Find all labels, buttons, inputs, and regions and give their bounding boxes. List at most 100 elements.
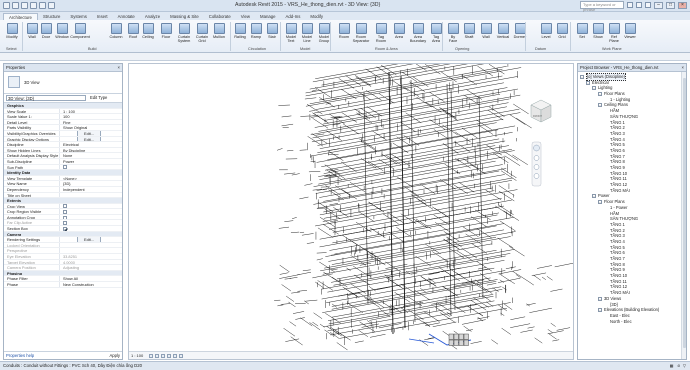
- property-value[interactable]: [60, 220, 122, 226]
- checkbox[interactable]: [63, 226, 67, 231]
- edit-type-button[interactable]: Edit Type: [90, 95, 107, 100]
- collapse-toggle-icon[interactable]: -: [592, 86, 596, 91]
- filter-icon[interactable]: ▽: [683, 362, 686, 370]
- edit-button[interactable]: Edit...: [77, 136, 101, 142]
- property-value[interactable]: New Construction: [60, 282, 122, 287]
- browser-node[interactable]: North - Elec: [578, 319, 686, 325]
- ribbon-button-level[interactable]: Level: [538, 23, 554, 39]
- ribbon-button-model-line[interactable]: Model Line: [299, 23, 315, 43]
- sun-path-icon[interactable]: [161, 354, 165, 358]
- app-menu-icon[interactable]: [3, 2, 10, 9]
- property-value[interactable]: Adjusting: [60, 265, 122, 270]
- property-value[interactable]: [60, 204, 122, 209]
- user-icon[interactable]: [636, 2, 642, 8]
- property-value[interactable]: <None>: [60, 176, 122, 181]
- properties-help-link[interactable]: Properties help: [4, 353, 34, 358]
- close-icon[interactable]: ×: [118, 64, 120, 72]
- ribbon-button-area[interactable]: Area: [391, 23, 407, 39]
- ribbon-button-window[interactable]: Window: [54, 23, 70, 39]
- collapse-toggle-icon[interactable]: -: [598, 296, 602, 301]
- ribbon-button-curtain-grid[interactable]: Curtain Grid: [194, 23, 210, 43]
- tab-massing-site[interactable]: Massing & Site: [165, 13, 204, 20]
- ribbon-button-room[interactable]: Room: [336, 23, 352, 39]
- ribbon-button-model-text[interactable]: Model Text: [283, 23, 299, 43]
- tab-view[interactable]: View: [236, 13, 255, 20]
- property-value[interactable]: 100: [60, 114, 122, 119]
- checkbox[interactable]: [63, 210, 67, 214]
- edit-button[interactable]: Edit...: [77, 130, 101, 136]
- property-value[interactable]: By Discipline: [60, 148, 122, 153]
- tab-systems[interactable]: Systems: [65, 13, 91, 20]
- ribbon-button-mullion[interactable]: Mullion: [211, 23, 227, 39]
- minimize-button[interactable]: ‒: [654, 1, 663, 9]
- ribbon-button-curtain-system[interactable]: Curtain System: [176, 23, 192, 43]
- scroll-thumb[interactable]: [682, 78, 686, 348]
- property-value[interactable]: [60, 193, 122, 198]
- ribbon-button-floor[interactable]: Floor: [158, 23, 174, 39]
- collapse-toggle-icon[interactable]: -: [598, 308, 602, 313]
- ribbon-button-column[interactable]: Column: [108, 23, 124, 39]
- property-value[interactable]: [60, 165, 122, 170]
- property-value[interactable]: Electrical: [60, 142, 122, 147]
- collapse-toggle-icon[interactable]: -: [586, 80, 590, 85]
- ribbon-button-set[interactable]: Set: [574, 23, 590, 39]
- collapse-toggle-icon[interactable]: -: [580, 74, 584, 79]
- close-button[interactable]: ×: [678, 1, 687, 9]
- ribbon-button-room-separator[interactable]: Room Separator: [353, 23, 369, 43]
- edit-button[interactable]: Edit...: [77, 237, 101, 242]
- ribbon-button-show[interactable]: Show: [590, 23, 606, 39]
- view-scale[interactable]: 1 : 100: [131, 352, 143, 360]
- property-value[interactable]: Edit...: [60, 130, 122, 136]
- ribbon-button-ramp[interactable]: Ramp: [248, 23, 264, 39]
- tab-manage[interactable]: Manage: [255, 13, 281, 20]
- property-value[interactable]: Edit...: [60, 136, 122, 142]
- property-value[interactable]: Power: [60, 159, 122, 164]
- type-selector[interactable]: 3D View: [4, 72, 122, 94]
- worksets-icon[interactable]: ▦: [670, 362, 674, 370]
- ribbon-button-stair[interactable]: Stair: [264, 23, 280, 39]
- shadows-icon[interactable]: [167, 354, 171, 358]
- property-value[interactable]: Show All: [60, 276, 122, 281]
- ribbon-button-ceiling[interactable]: Ceiling: [140, 23, 156, 39]
- collapse-toggle-icon[interactable]: -: [598, 103, 602, 108]
- property-value[interactable]: [60, 226, 122, 231]
- search-icon[interactable]: [627, 2, 633, 8]
- property-value[interactable]: [60, 215, 122, 220]
- collapse-toggle-icon[interactable]: -: [598, 91, 602, 96]
- print-icon[interactable]: [48, 2, 55, 9]
- tab-add-ins[interactable]: Add-Ins: [281, 13, 306, 20]
- ribbon-button-modify[interactable]: Modify: [4, 23, 20, 39]
- collapse-toggle-icon[interactable]: -: [592, 194, 596, 199]
- property-value[interactable]: 1 : 100: [60, 109, 122, 114]
- detail-level-icon[interactable]: [149, 354, 153, 358]
- maximize-button[interactable]: □: [666, 1, 675, 9]
- temporary-hide-icon[interactable]: [179, 354, 183, 358]
- checkbox[interactable]: [63, 221, 67, 226]
- property-value[interactable]: Show Original: [60, 125, 122, 130]
- ribbon-button-roof[interactable]: Roof: [125, 23, 141, 39]
- property-value[interactable]: Independent: [60, 187, 122, 192]
- property-value[interactable]: [60, 243, 122, 248]
- instance-filter-select[interactable]: 3D View: {3D}: [6, 95, 86, 101]
- ribbon-button-component[interactable]: Component: [70, 23, 90, 39]
- ribbon-button-by-face[interactable]: By Face: [445, 23, 461, 43]
- checkbox[interactable]: [63, 215, 67, 220]
- tab-analyze[interactable]: Analyze: [140, 13, 165, 20]
- ribbon-button-tag-room[interactable]: Tag Room: [373, 23, 389, 43]
- ribbon-button-grid[interactable]: Grid: [554, 23, 570, 39]
- tab-collaborate[interactable]: Collaborate: [204, 13, 236, 20]
- checkbox[interactable]: [63, 204, 67, 209]
- visual-style-icon[interactable]: [155, 354, 159, 358]
- open-icon[interactable]: [12, 2, 19, 9]
- property-value[interactable]: [60, 209, 122, 214]
- crop-icon[interactable]: [173, 354, 177, 358]
- tab-architecture[interactable]: Architecture: [3, 13, 38, 20]
- tab-insert[interactable]: Insert: [92, 13, 113, 20]
- property-value[interactable]: Fine: [60, 120, 122, 125]
- property-value[interactable]: {3D}: [60, 181, 122, 186]
- 3d-view-canvas[interactable]: FRONT 1 : 100: [128, 63, 574, 360]
- redo-icon[interactable]: [39, 2, 46, 9]
- property-value[interactable]: None: [60, 153, 122, 158]
- property-value[interactable]: 4.0000: [60, 260, 122, 265]
- undo-icon[interactable]: [30, 2, 37, 9]
